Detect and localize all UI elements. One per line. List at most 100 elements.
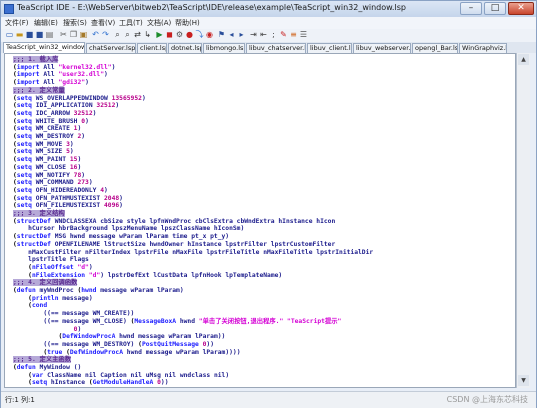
run-icon[interactable]: ▶ xyxy=(155,30,164,39)
maximize-button[interactable]: □ xyxy=(484,2,506,15)
debug-icon[interactable]: ● xyxy=(185,30,194,39)
new-icon[interactable]: ▭ xyxy=(5,30,14,39)
prev-bookmark-icon[interactable]: ◂ xyxy=(227,30,236,39)
tab-wingraphviz[interactable]: WinGraphviz.lsp xyxy=(459,43,507,53)
menu-tools[interactable]: 工具(T) xyxy=(119,18,143,28)
tab-client[interactable]: client.lsp xyxy=(137,43,167,53)
code-line-text: (setq IDC_ARROW 32512) xyxy=(13,109,97,117)
code-line-text: ;;; 4. 定义回调函数 xyxy=(13,279,78,287)
ide-window: TeaScript IDE - E:\WebServer\bitweb2\Tea… xyxy=(0,0,537,408)
code-line-text: (setq IDI_APPLICATION 32512) xyxy=(13,102,120,110)
compile-icon[interactable]: ⚙ xyxy=(175,30,184,39)
code-line-text: (structDef MSG hwnd message wParam lPara… xyxy=(13,233,230,241)
minimize-button[interactable]: – xyxy=(460,2,482,15)
menu-view[interactable]: 查看(V) xyxy=(91,18,115,28)
code-line-text: (setq WM_PAINT 15) xyxy=(13,156,82,164)
tab-chatserver[interactable]: chatServer.lsp xyxy=(86,43,136,53)
menu-document[interactable]: 文档(A) xyxy=(147,18,171,28)
code-line-text: ;;; 1. 载入库 xyxy=(13,56,59,63)
replace-icon[interactable]: ⇄ xyxy=(133,30,142,39)
format-icon[interactable]: ≡ xyxy=(289,30,298,39)
code-line-text: (import All "gdi32") xyxy=(13,79,89,87)
tab-teascript-win32-window[interactable]: TeaScript_win32_window.lsp xyxy=(3,42,85,53)
next-bookmark-icon[interactable]: ▸ xyxy=(237,30,246,39)
code-line-text: (setq WS_OVERLAPPEDWINDOW 13565952) xyxy=(13,94,146,102)
code-line-text: nMaxCustFilter nFilterIndex lpstrFile nM… xyxy=(13,248,374,256)
open-icon[interactable]: ▬ xyxy=(15,30,24,39)
copy-icon[interactable]: ❐ xyxy=(69,30,78,39)
code-editor[interactable]: ;;; 1. 载入库 (import All "kernel32.dll") (im… xyxy=(4,53,516,388)
title-bar: TeaScript IDE - E:\WebServer\bitweb2\Tea… xyxy=(1,1,536,17)
code-line-text: (defun myWndProc (hwnd message wParam lP… xyxy=(13,287,184,294)
undo-icon[interactable]: ↶ xyxy=(91,30,100,39)
uncomment-icon[interactable]: ✎ xyxy=(279,30,288,39)
scroll-up-icon[interactable]: ▲ xyxy=(518,54,529,65)
code-line-text: (nFileExtension "d") lpstrDefExt lCustDa… xyxy=(28,271,283,279)
code-line-text: hCursor hbrBackground lpszMenuName lpszC… xyxy=(13,225,245,233)
tab-libmongo[interactable]: libmongo.lsp xyxy=(203,43,245,53)
cut-icon[interactable]: ✂ xyxy=(59,30,68,39)
scroll-down-icon[interactable]: ▼ xyxy=(518,375,529,386)
code-line-text: ((== message WM_DESTROY) (PostQuitMessag… xyxy=(43,340,214,348)
app-icon xyxy=(4,4,14,14)
settings-icon[interactable]: ☰ xyxy=(299,30,308,39)
code-line-text: ((== message WM_CREATE)) xyxy=(43,310,135,318)
code-line-text: (setq WM_DESTROY 2) xyxy=(13,133,86,140)
bookmark-icon[interactable]: ⚑ xyxy=(217,30,226,39)
comment-icon[interactable]: ; xyxy=(269,30,278,39)
code-line-text: ;;; 5. 定义主函数 xyxy=(13,356,72,364)
toolbar: ▭ ▬ ■ ■ ▤ ✂ ❐ ▣ ↶ ↷ ⌕ ⌕ ⇄ ↳ ▶ ◼ ⚙ ● ⤵ ◉ … xyxy=(1,29,536,43)
indent-icon[interactable]: ⇥ xyxy=(249,30,258,39)
cursor-position: 行:1 列:1 xyxy=(5,396,35,404)
code-line-text: (cond xyxy=(28,302,48,310)
save-all-icon[interactable]: ■ xyxy=(35,30,44,39)
code-line-text: (import All "kernel32.dll") xyxy=(13,63,116,71)
code-line-text: (setq WM_SIZE 5) xyxy=(13,148,74,156)
code-line-text: 0) xyxy=(73,325,82,333)
step-icon[interactable]: ⤵ xyxy=(195,30,204,39)
code-line-text: (import All "user32.dll") xyxy=(13,71,108,79)
watermark: CSDN @上海东芯科技 xyxy=(446,395,528,404)
stop-icon[interactable]: ◼ xyxy=(165,30,174,39)
code-line-text: ;;; 2. 定义常量 xyxy=(13,86,65,94)
menu-edit[interactable]: 编辑(E) xyxy=(34,18,58,28)
code-line-text: (defun MyWindow () xyxy=(13,364,82,371)
tab-opengl-bar[interactable]: opengl_Bar.lsp xyxy=(412,43,458,53)
code-line-text: (setq WM_NOTIFY 78) xyxy=(13,171,86,179)
code-line-text: lpstrTitle Flags xyxy=(13,256,89,264)
menu-bar: 文件(F) 编辑(E) 搜索(S) 查看(V) 工具(T) 文档(A) 帮助(H… xyxy=(1,17,536,29)
code-line-text: (structDef WNDCLASSEXA cbSize style lpfn… xyxy=(13,217,336,225)
code-line-text: ((== message WM_CLOSE) (MessageBoxA hwnd… xyxy=(43,317,342,325)
outdent-icon[interactable]: ⇤ xyxy=(259,30,268,39)
close-button[interactable]: ✕ xyxy=(508,2,534,15)
status-bar: 行:1 列:1 CSDN @上海东芯科技 xyxy=(1,391,536,408)
code-line-text: (setq WM_MOVE 3) xyxy=(13,140,74,148)
menu-file[interactable]: 文件(F) xyxy=(5,18,29,28)
find-icon[interactable]: ⌕ xyxy=(113,30,122,39)
tab-libuv-chatserver[interactable]: libuv_chatserver.lsp xyxy=(246,43,306,53)
tab-libuv-webserver[interactable]: libuv_webserver.lsp xyxy=(353,43,411,53)
code-line-text: (println message) xyxy=(28,294,93,302)
code-line-text: (setq OFN_PATHMUSTEXIST 2048) xyxy=(13,194,123,202)
code-line-text: (true (DefWindowProcA hwnd message wPara… xyxy=(43,348,241,356)
code-line-text: (setq hInstance (GetModuleHandleA 0)) xyxy=(28,379,169,387)
save-icon[interactable]: ■ xyxy=(25,30,34,39)
code-line-text: (setq WM_COMMAND 273) xyxy=(13,179,93,187)
vertical-scrollbar[interactable]: ▲ ▼ xyxy=(516,53,530,388)
menu-help[interactable]: 帮助(H) xyxy=(175,18,200,28)
menu-search[interactable]: 搜索(S) xyxy=(63,18,87,28)
code-line: (setq hInstance (GetModuleHandleA 0)) xyxy=(13,379,515,387)
code-line-text: (setq WM_CREATE 1) xyxy=(13,125,82,133)
file-tabs: TeaScript_win32_window.lsp chatServer.ls… xyxy=(1,42,536,53)
window-title: TeaScript IDE - E:\WebServer\bitweb2\Tea… xyxy=(17,3,406,12)
redo-icon[interactable]: ↷ xyxy=(101,30,110,39)
code-line-text: (var ClassName nil Caption nil uMsg nil … xyxy=(28,371,230,379)
print-icon[interactable]: ▤ xyxy=(45,30,54,39)
tab-libuv-client[interactable]: libuv_client.lsp xyxy=(307,43,352,53)
breakpoint-icon[interactable]: ◉ xyxy=(205,30,214,39)
paste-icon[interactable]: ▣ xyxy=(79,30,88,39)
goto-icon[interactable]: ↳ xyxy=(143,30,152,39)
code-line-text: (DefWindowProcA hwnd message wParam lPar… xyxy=(58,333,226,341)
tab-dotnet[interactable]: dotnet.lsp xyxy=(168,43,202,53)
find-next-icon[interactable]: ⌕ xyxy=(123,30,132,39)
